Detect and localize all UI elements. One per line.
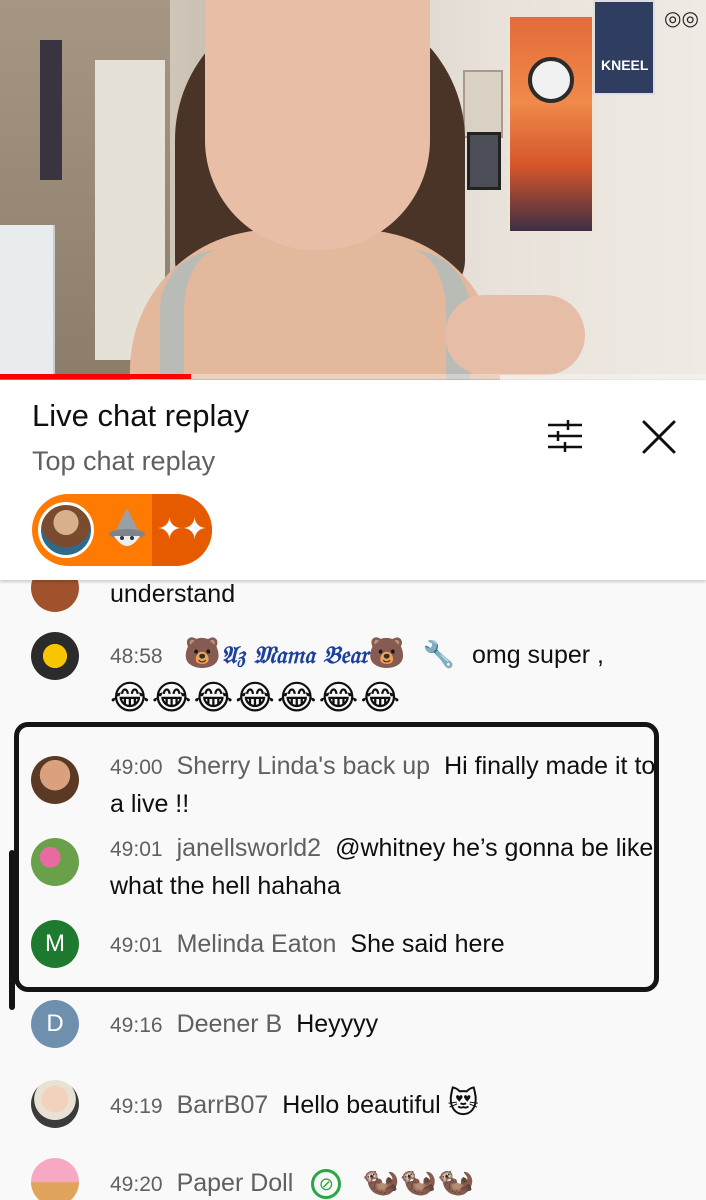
- message-text: Hello beautiful: [282, 1091, 441, 1119]
- avatar: D: [31, 1000, 79, 1048]
- video-wall-hanging: [40, 40, 62, 180]
- chat-mode-selector[interactable]: Top chat replay: [32, 446, 215, 477]
- avatar: [31, 1080, 79, 1128]
- avatar: M: [31, 920, 79, 968]
- message-author: Melinda Eaton: [176, 930, 337, 958]
- heart-eyes-cat-emoji: 😻: [447, 1086, 479, 1121]
- video-kneel-poster: KNEEL: [593, 0, 655, 95]
- otter-emojis: 🦦🦦🦦: [362, 1164, 475, 1199]
- reactions-pill[interactable]: ✦✦: [32, 494, 212, 566]
- message-text: understand: [110, 580, 236, 608]
- reaction-avatar-icon: [38, 502, 94, 558]
- avatar: [31, 756, 79, 804]
- video-progress-fill: [0, 374, 191, 379]
- avatar: [31, 580, 79, 612]
- tune-icon[interactable]: [540, 416, 590, 456]
- message-text: omg super ,: [471, 641, 604, 669]
- message-author: Deener B: [176, 1010, 283, 1038]
- bear-emoji: 🐻: [183, 636, 221, 671]
- message-timestamp: 49:16: [110, 1014, 163, 1037]
- avatar: [31, 1158, 79, 1200]
- message-timestamp: 49:00: [110, 756, 163, 779]
- message-author: BarrB07: [176, 1091, 269, 1119]
- message-timestamp: 49:20: [110, 1173, 163, 1196]
- video-progress-bar[interactable]: [0, 374, 706, 379]
- message-timestamp: 49:01: [110, 934, 163, 957]
- bear-emoji: 🐻: [368, 636, 406, 671]
- message-timestamp: 49:19: [110, 1095, 163, 1118]
- chat-header: Live chat replay Top chat replay ✦✦: [0, 380, 706, 580]
- avatar: [31, 838, 79, 886]
- highlight-annotation-stroke: [9, 850, 15, 1010]
- avatar: [31, 632, 79, 680]
- chat-message-list[interactable]: understand 48:58 🐻𝔄𝔷 𝔐𝔞𝔪𝔞 𝔅𝔢𝔞𝔯🐻 🔧 omg su…: [0, 580, 706, 1200]
- sparkle-icon: ✦✦: [152, 494, 212, 566]
- message-author: janellsworld2: [176, 834, 322, 862]
- chat-title: Live chat replay: [32, 398, 250, 433]
- message-author: Sherry Linda's back up: [176, 752, 431, 780]
- message-timestamp: 49:01: [110, 838, 163, 861]
- video-player[interactable]: KNEEL ◎◎: [0, 0, 706, 380]
- message-text: She said here: [350, 930, 505, 958]
- reaction-wizard-icon: [102, 504, 152, 556]
- wrench-icon: 🔧: [422, 639, 456, 669]
- message-author: 𝔄𝔷 𝔐𝔞𝔪𝔞 𝔅𝔢𝔞𝔯: [220, 640, 369, 669]
- verified-icon: ⊘: [311, 1169, 342, 1200]
- video-glasses-icon: ◎◎: [664, 8, 699, 30]
- video-streamer: [120, 0, 585, 380]
- message-emoji-line: 😂😂😂😂😂😂😂: [110, 678, 403, 718]
- close-icon[interactable]: [636, 414, 682, 460]
- video-tarot-poster: [507, 14, 595, 234]
- message-timestamp: 48:58: [110, 645, 163, 668]
- message-author: Paper Doll: [176, 1169, 294, 1197]
- message-text: Heyyyy: [296, 1010, 379, 1038]
- video-box: [0, 225, 55, 375]
